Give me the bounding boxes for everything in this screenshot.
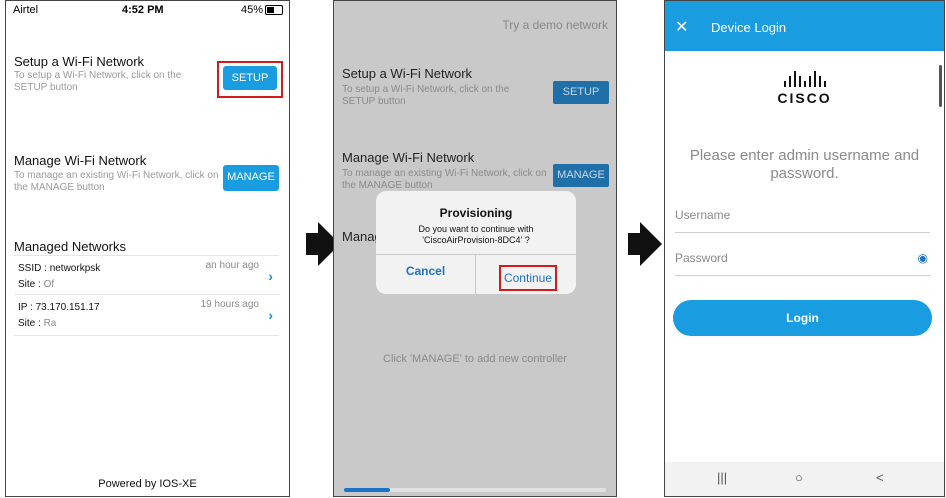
dialog-divider — [475, 254, 476, 294]
setup-subtitle: To setup a Wi-Fi Network, click on the S… — [342, 84, 510, 107]
close-icon[interactable]: ✕ — [675, 17, 688, 37]
appbar-title: Device Login — [711, 20, 787, 35]
login-button[interactable]: Login — [673, 300, 932, 336]
back-icon[interactable]: < — [876, 470, 884, 485]
battery-icon — [265, 5, 283, 15]
phone-screen-home: Airtel 4:52 PM 45% Setup a Wi-Fi Network… — [5, 0, 290, 497]
cisco-logo: CISCO — [665, 71, 944, 106]
cisco-wordmark: CISCO — [777, 90, 832, 106]
manage-hint: Click 'MANAGE' to add new controller — [383, 353, 567, 365]
setup-title: Setup a Wi-Fi Network — [342, 66, 473, 81]
manage-subtitle: To manage an existing Wi-Fi Network, cli… — [14, 170, 219, 193]
network-list-item[interactable]: SSID : networkpsk Site : Of an hour ago … — [14, 255, 279, 296]
eye-off-icon[interactable]: ◉ — [918, 251, 928, 265]
manage-subtitle: To manage an existing Wi-Fi Network, cli… — [342, 168, 547, 191]
username-field[interactable]: Username — [675, 208, 930, 233]
carrier-label: Airtel — [13, 4, 39, 16]
login-prompt: Please enter admin username and password… — [689, 147, 920, 182]
status-time: 4:52 PM — [122, 4, 164, 16]
manage-button[interactable]: MANAGE — [223, 165, 279, 191]
phone-screen-device-login: ✕ Device Login CISCO Please enter admin … — [664, 0, 945, 497]
home-icon[interactable]: ○ — [795, 470, 803, 485]
app-bar: ✕ Device Login — [665, 1, 944, 51]
highlight-box-setup — [217, 61, 283, 98]
managed-networks-heading: Managed Networks — [14, 239, 126, 254]
chevron-right-icon[interactable]: › — [268, 268, 273, 284]
setup-subtitle: To setup a Wi-Fi Network, click on the S… — [14, 70, 182, 93]
recents-icon[interactable]: ||| — [717, 470, 727, 485]
status-bar: Airtel 4:52 PM 45% — [6, 1, 289, 19]
dialog-title: Provisioning — [439, 206, 513, 220]
network-list-item[interactable]: IP : 73.170.151.17 Site : Ra 19 hours ag… — [14, 294, 279, 336]
row-line1: SSID : networkpsk — [18, 263, 101, 274]
cisco-bars-icon — [665, 71, 944, 87]
arrow-right-icon — [628, 222, 662, 266]
setup-title: Setup a Wi-Fi Network — [14, 54, 145, 69]
provisioning-dialog: Provisioning Do you want to continue wit… — [376, 191, 576, 294]
row-time: 19 hours ago — [200, 299, 259, 310]
dialog-message: Do you want to continue with 'CiscoAirPr… — [418, 224, 534, 245]
chevron-right-icon[interactable]: › — [268, 307, 273, 323]
manage-title: Manage Wi-Fi Network — [14, 153, 147, 168]
manage-button[interactable]: MANAGE — [553, 164, 609, 187]
phone-screen-provisioning: Try a demo network Setup a Wi-Fi Network… — [333, 0, 617, 497]
cancel-button[interactable]: Cancel — [376, 254, 475, 294]
progress-bar — [344, 488, 606, 492]
row-line1: IP : 73.170.151.17 — [18, 302, 100, 313]
continue-button[interactable]: Continue — [499, 265, 557, 291]
password-placeholder: Password — [675, 251, 728, 265]
username-placeholder: Username — [675, 208, 731, 222]
setup-button[interactable]: SETUP — [553, 81, 609, 104]
password-field[interactable]: Password ◉ — [675, 251, 930, 276]
powered-by-footer: Powered by IOS-XE — [98, 478, 197, 490]
manage-title: Manage Wi-Fi Network — [342, 150, 475, 165]
row-time: an hour ago — [205, 260, 259, 271]
row-line2: Site : Of — [18, 279, 55, 290]
demo-network-link[interactable]: Try a demo network — [502, 18, 608, 32]
android-nav-bar: ||| ○ < — [665, 462, 944, 496]
battery-percent: 45% — [240, 4, 263, 16]
row-line2: Site : Ra — [18, 318, 57, 329]
